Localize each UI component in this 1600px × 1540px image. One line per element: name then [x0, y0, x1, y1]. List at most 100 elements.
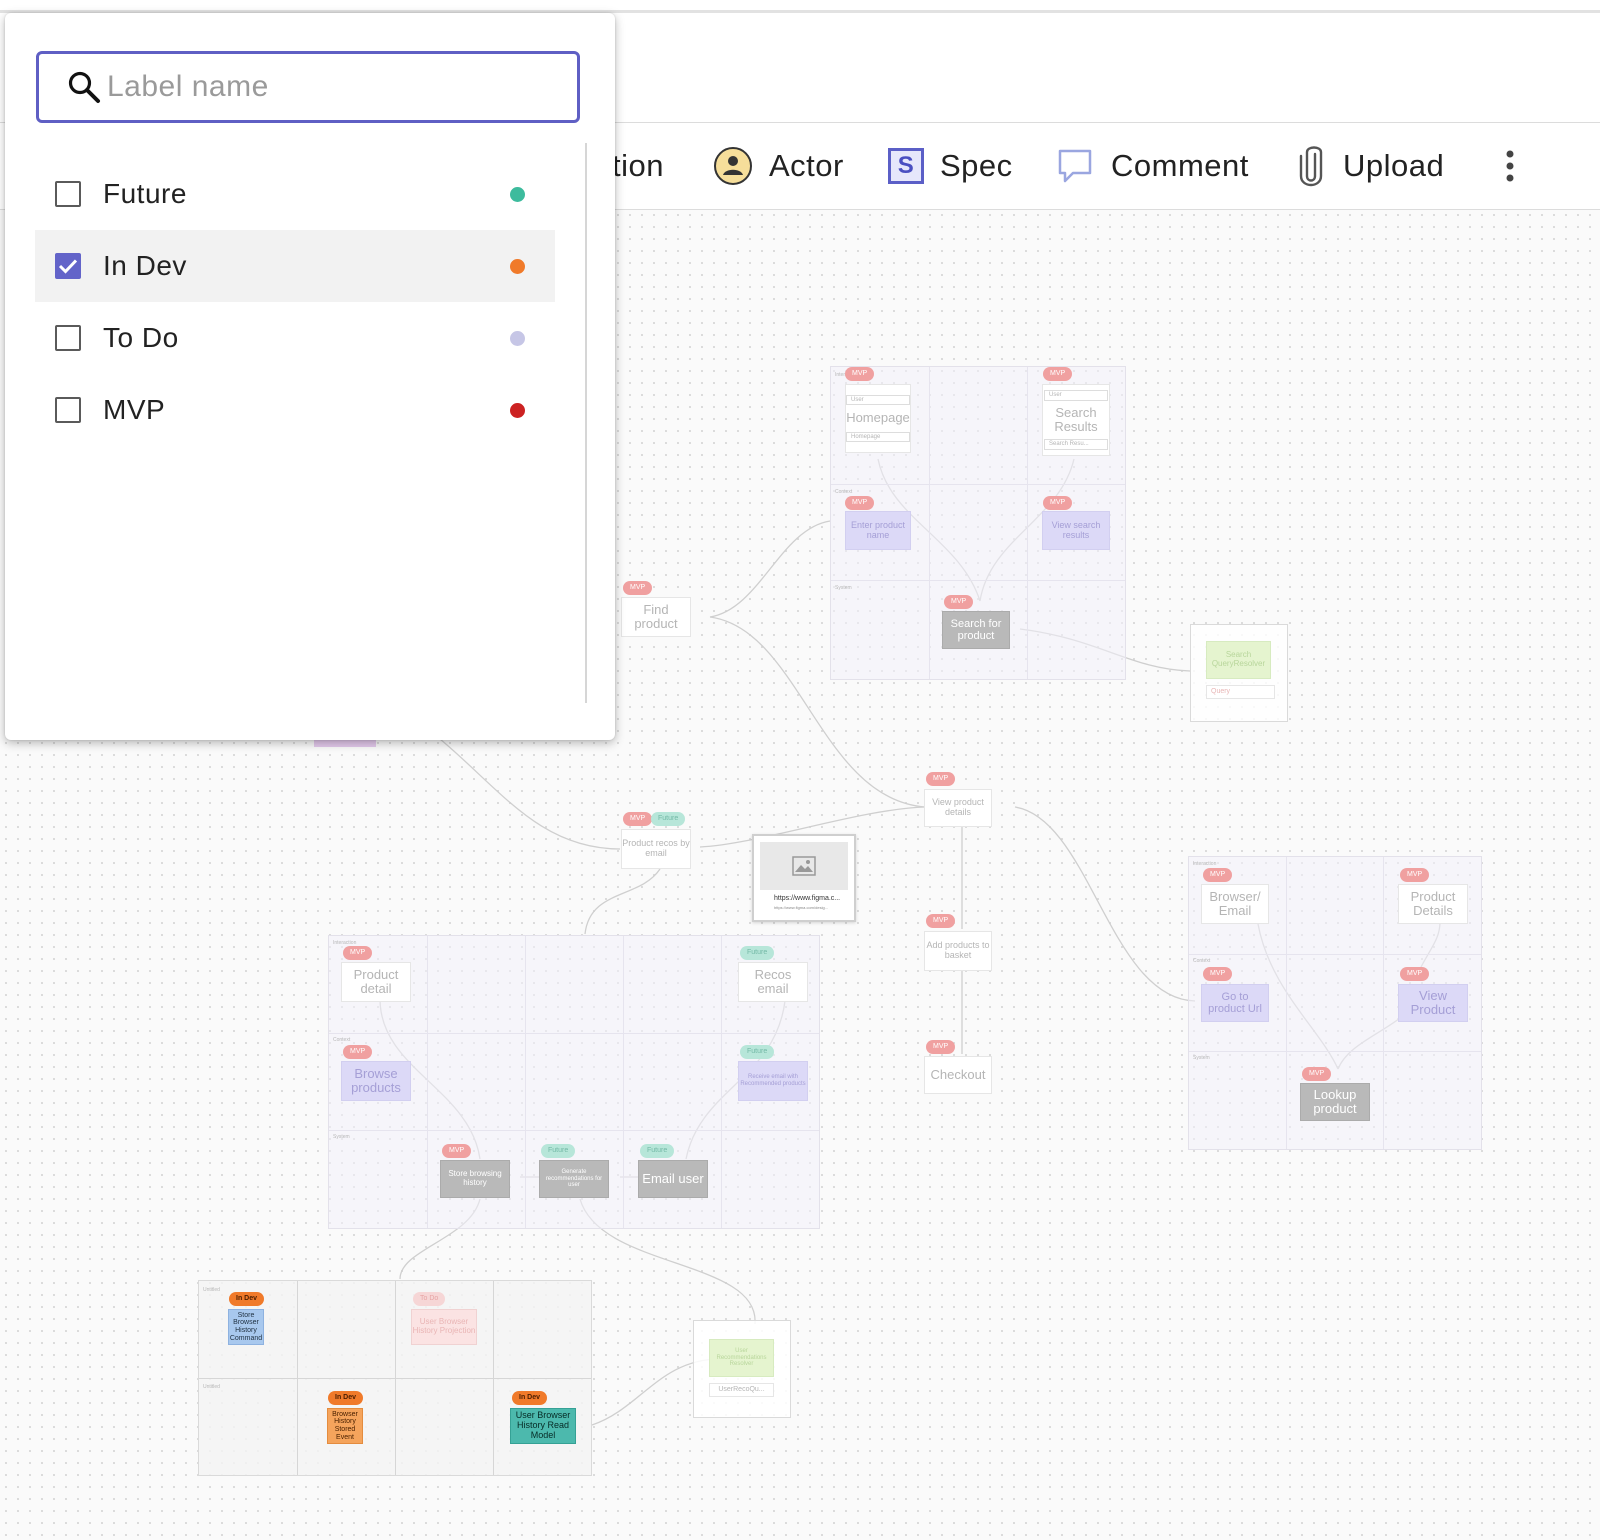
link-title: https://www.figma.c... — [774, 895, 841, 902]
card-search-results[interactable]: User Search Results Search Resu... — [1042, 384, 1110, 456]
mvp-tag: MVP — [1302, 1067, 1332, 1081]
checkbox[interactable] — [55, 325, 81, 351]
label-color-dot — [510, 258, 525, 274]
card-search-for-product[interactable]: Search for product — [942, 611, 1010, 649]
card-add-products-to-basket[interactable]: Add products to basket — [924, 931, 992, 971]
label-item-mvp[interactable]: MVP — [35, 374, 555, 446]
comment-icon — [1055, 146, 1095, 186]
frame-label: Context — [1193, 958, 1211, 964]
card-label: Recos email — [754, 966, 792, 996]
card-label: Go to product Url — [1208, 990, 1262, 1015]
spec-button[interactable]: S Spec — [888, 123, 1013, 209]
card-email-user[interactable]: Email user — [638, 1160, 708, 1198]
card-user-browser-history-projection[interactable]: User Browser History Projection — [411, 1309, 477, 1345]
card-label: Enter product name — [850, 519, 906, 540]
indev-tag: In Dev — [328, 1391, 364, 1405]
frame-label: Untitled — [203, 1384, 220, 1390]
card-receive-email[interactable]: Receive email with Recommended products — [738, 1061, 808, 1101]
card-label: Product Details — [1410, 888, 1456, 918]
mvp-tag: MVP — [1043, 367, 1073, 381]
card-user-recommendations-resolver[interactable]: User Recommendations Resolver — [709, 1339, 774, 1377]
upload-label: Upload — [1343, 148, 1445, 183]
mvp-tag: MVP — [623, 812, 653, 826]
label-search-input[interactable] — [105, 69, 569, 105]
label-color-dot — [510, 402, 525, 418]
card-view-product-details[interactable]: View product details — [924, 789, 992, 827]
actor-label: Actor — [769, 148, 844, 183]
paperclip-icon — [1295, 144, 1327, 188]
card-label: Find product — [634, 601, 678, 631]
card-browser-history-stored-event[interactable]: Browser History Stored Event — [327, 1408, 363, 1444]
card-browse-products[interactable]: Browse products — [341, 1061, 411, 1101]
label-item-in-dev[interactable]: In Dev — [35, 230, 555, 302]
card-label: Add products to basket — [926, 940, 990, 960]
card-label: User Recommendations Resolver — [716, 1348, 767, 1368]
card-product-recos-by-email[interactable]: Product recos by email — [621, 829, 691, 869]
mvp-tag: MVP — [623, 581, 653, 595]
card-recos-email[interactable]: Recos email — [738, 962, 808, 1002]
frame-label: Context — [333, 1037, 351, 1043]
label-search-box[interactable] — [36, 51, 580, 123]
checkbox[interactable] — [55, 181, 81, 207]
card-view-product[interactable]: View Product — [1398, 984, 1468, 1022]
card-product-detail[interactable]: Product detail — [341, 962, 411, 1002]
card-view-search-results[interactable]: View search results — [1042, 511, 1110, 550]
query-ref[interactable]: Query — [1206, 685, 1275, 699]
label-item-future[interactable]: Future — [35, 158, 555, 230]
actor-ref: User — [846, 394, 910, 406]
mvp-tag: MVP — [926, 1040, 956, 1054]
mvp-tag: MVP — [1400, 967, 1430, 981]
card-go-to-product-url[interactable]: Go to product Url — [1201, 984, 1269, 1022]
actor-button[interactable]: Actor — [713, 123, 844, 209]
label-item-to-do[interactable]: To Do — [35, 302, 555, 374]
card-label: Generate recommendations for user — [545, 1169, 603, 1189]
card-label: Store Browser History Command — [229, 1311, 263, 1342]
mvp-tag: MVP — [1043, 496, 1073, 510]
card-search-query-resolver[interactable]: Search QueryResolver — [1206, 641, 1271, 679]
link-preview-card[interactable]: https://www.figma.c... https://www.figma… — [752, 834, 856, 922]
label-name: To Do — [103, 322, 179, 353]
mvp-tag: MVP — [926, 772, 956, 786]
frame-label: Untitled — [203, 1287, 220, 1293]
future-tag: Future — [640, 1144, 675, 1158]
mvp-tag: MVP — [1400, 868, 1430, 882]
spec-ref: Homepage — [846, 431, 910, 443]
checkbox[interactable] — [55, 397, 81, 423]
card-store-browser-history-command[interactable]: Store Browser History Command — [228, 1309, 264, 1345]
future-tag: Future — [541, 1144, 576, 1158]
card-homepage[interactable]: User Homepage Homepage — [845, 384, 911, 453]
card-label: View product details — [932, 797, 984, 817]
mvp-tag: MVP — [343, 946, 373, 960]
checkbox-checked[interactable] — [55, 253, 81, 279]
mvp-tag: MVP — [845, 496, 875, 510]
toolbar-item-partial[interactable]: tion — [612, 123, 664, 209]
link-url: https://www.figma.com/desig... — [774, 905, 829, 910]
card-label: Query — [1211, 688, 1231, 696]
card-find-product[interactable]: Find product — [621, 597, 691, 637]
user-reco-query-ref[interactable]: UserRecoQu... — [709, 1383, 774, 1397]
card-label: User Browser History Projection — [412, 1317, 476, 1335]
more-options-button[interactable] — [1498, 123, 1522, 209]
label-color-dot — [510, 330, 525, 346]
card-product-details[interactable]: Product Details — [1398, 884, 1468, 924]
indev-tag: In Dev — [229, 1292, 265, 1306]
label-name: Future — [103, 178, 187, 209]
card-store-browsing-history[interactable]: Store browsing history — [440, 1160, 510, 1198]
card-generate-recommendations[interactable]: Generate recommendations for user — [539, 1160, 609, 1198]
spec-icon: S — [888, 148, 924, 184]
card-browser-email[interactable]: Browser/ Email — [1201, 884, 1269, 924]
card-checkout[interactable]: Checkout — [924, 1056, 992, 1094]
card-lookup-product[interactable]: Lookup product — [1300, 1083, 1370, 1121]
actor-ref: User — [1044, 390, 1108, 401]
image-placeholder-icon — [760, 842, 848, 890]
upload-button[interactable]: Upload — [1295, 123, 1444, 209]
frame-label: System — [333, 1134, 350, 1140]
frame-label: System — [1193, 1055, 1210, 1061]
popover-scrollbar[interactable] — [585, 143, 587, 703]
card-label: Browser/ Email — [1209, 888, 1261, 918]
comment-button[interactable]: Comment — [1055, 123, 1249, 209]
card-enter-product-name[interactable]: Enter product name — [845, 511, 911, 550]
future-tag: Future — [651, 812, 686, 826]
mvp-tag: MVP — [926, 914, 956, 928]
card-user-browser-history-read-model[interactable]: User Browser History Read Model — [510, 1408, 576, 1444]
